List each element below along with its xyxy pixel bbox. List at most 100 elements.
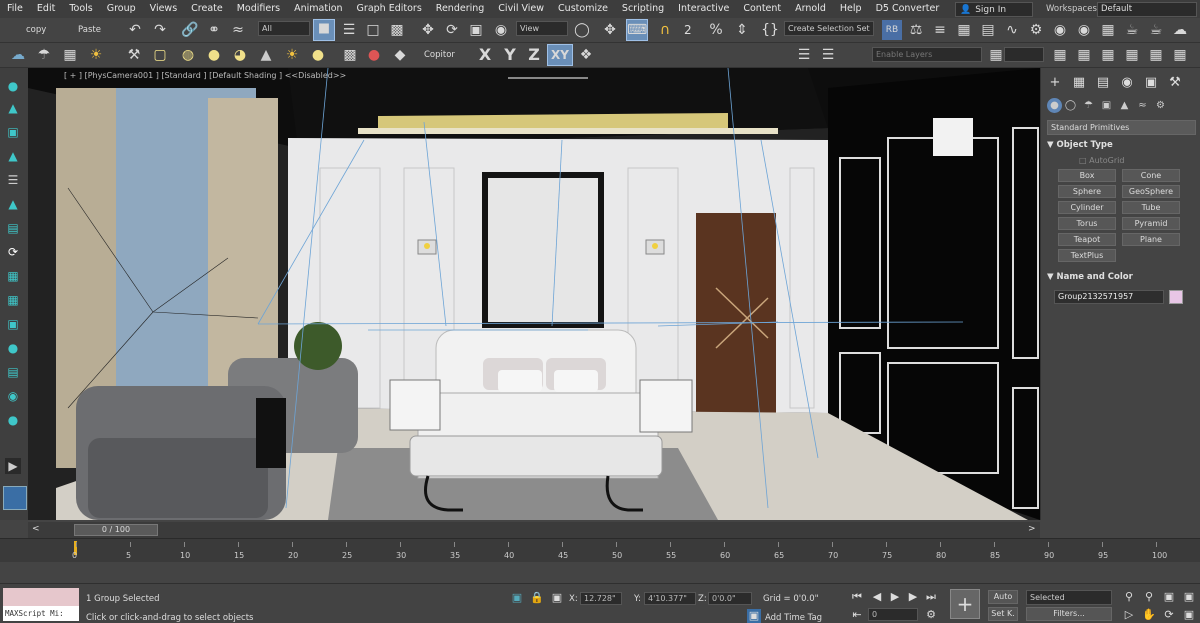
sphere-shape-icon[interactable]: ● [204,45,224,65]
add-time-tag-button[interactable]: Add Time Tag [765,613,822,623]
mirror-icon[interactable]: ⚖ [906,20,926,40]
redo-icon[interactable]: ↷ [150,20,170,40]
scale-icon[interactable]: ▣ [466,20,486,40]
bowl-shape-icon[interactable]: ◕ [230,45,250,65]
plane-button[interactable]: Plane [1122,233,1180,246]
spinner-snap-icon[interactable]: ⇕ [732,20,752,40]
menu-content[interactable]: Content [736,0,788,18]
layer-explorer-icon[interactable]: ▦ [954,20,974,40]
menu-help[interactable]: Help [833,0,869,18]
object-type-rollout[interactable]: ▼ Object Type [1047,140,1196,150]
menu-rendering[interactable]: Rendering [429,0,492,18]
select-object-icon[interactable]: ⯀ [313,19,335,41]
render-cloud-icon[interactable]: ☁ [1170,20,1190,40]
undo-icon[interactable]: ↶ [125,20,145,40]
box-shape-icon[interactable]: ▢ [150,45,170,65]
fov-icon[interactable]: ▷ [1122,608,1136,622]
snap-toggle-icon[interactable]: ∩ [655,20,675,40]
time-slider[interactable]: 0 / 100 [74,524,158,536]
cloud-icon[interactable]: ☁ [8,45,28,65]
align-icon[interactable]: ≡ [930,20,950,40]
menu-tools[interactable]: Tools [62,0,99,18]
menu-views[interactable]: Views [143,0,185,18]
goto-start-icon[interactable]: ⏮ [850,590,864,604]
rectangle-selection-icon[interactable]: □ [363,20,383,40]
cylinder-shape-icon[interactable]: ◍ [178,45,198,65]
toggle-ribbon-icon[interactable]: ▤ [978,20,998,40]
disc-shape-icon[interactable]: ● [308,45,328,65]
object-color-swatch[interactable] [1169,290,1183,304]
prev-frame-icon[interactable]: < [32,524,40,534]
tree-icon[interactable]: ▲ [5,148,21,164]
stack-icon[interactable]: ▤ [5,220,21,236]
sun-icon[interactable]: ☀ [282,45,302,65]
sphere-button[interactable]: Sphere [1058,185,1116,198]
lamp-icon[interactable]: ☂ [34,45,54,65]
menu-civil-view[interactable]: Civil View [491,0,551,18]
workspace-select[interactable]: Default [1097,2,1197,17]
set-key-icon[interactable]: + [950,589,980,619]
create-tab-icon[interactable]: + [1045,74,1065,92]
pattern-icon[interactable]: ▩ [340,45,360,65]
curve-editor-icon[interactable]: ∿ [1002,20,1022,40]
camera-icon[interactable]: ▣ [5,124,21,140]
reference-coordinate-dropdown[interactable]: View [516,21,568,36]
frame-icon[interactable]: ▣ [5,316,21,332]
material-editor-icon[interactable]: ◉ [1050,20,1070,40]
schematic-view-icon[interactable]: ⚙ [1026,20,1046,40]
render-icon[interactable]: ☕ [1122,20,1142,40]
window-icon[interactable]: ▤ [5,364,21,380]
y-coordinate-field[interactable]: 4'10.377" [644,592,696,605]
maxscript-listener-top[interactable] [3,588,79,606]
named-selection-dropdown[interactable]: Create Selection Set [784,21,874,36]
orbit-icon[interactable]: ⟳ [1162,608,1176,622]
toolbar-extra-icon-3[interactable]: ▦ [1098,45,1118,65]
rotate-icon[interactable]: ⟳ [442,20,462,40]
bulb-icon[interactable]: ● [5,412,21,428]
primitive-category-dropdown[interactable]: Standard Primitives [1047,120,1196,135]
cylinder-button[interactable]: Cylinder [1058,201,1116,214]
pivot-center-icon[interactable]: ◯ [572,20,592,40]
cone-shape-icon[interactable]: ▲ [256,45,276,65]
link-icon[interactable]: 🔗 [180,20,200,40]
play-side-icon[interactable]: ▶ [5,458,21,474]
toolbar-extra-icon-6[interactable]: ▦ [1170,45,1190,65]
z-coordinate-field[interactable]: 0'0.0" [708,592,752,605]
menu-interactive[interactable]: Interactive [671,0,736,18]
pyramid-button[interactable]: Pyramid [1122,217,1180,230]
box-button[interactable]: Box [1058,169,1116,182]
menu-animation[interactable]: Animation [287,0,349,18]
menu-create[interactable]: Create [184,0,230,18]
bind-spacewarp-icon[interactable]: ≈ [228,20,248,40]
cameras-icon[interactable]: ▣ [1099,98,1114,113]
axis-z-button[interactable]: Z [524,45,544,65]
utilities-tab-icon[interactable]: ⚒ [1165,74,1185,92]
render-setup-icon[interactable]: ◉ [1074,20,1094,40]
layers-side-icon[interactable]: ▦ [5,268,21,284]
cone-icon[interactable]: ▲ [5,196,21,212]
viewport-label[interactable]: [ + ] [PhysCamera001 ] [Standard ] [Defa… [64,71,346,80]
tools-icon[interactable]: ⚒ [124,45,144,65]
menu-edit[interactable]: Edit [30,0,62,18]
eye-icon[interactable]: ◉ [5,388,21,404]
axis-constraint-icon[interactable]: ❖ [576,45,596,65]
refresh-icon[interactable]: ⟳ [5,244,21,260]
menu-modifiers[interactable]: Modifiers [230,0,287,18]
isolate-icon[interactable]: ▣ [510,591,524,605]
paint-icon[interactable]: ● [364,45,384,65]
toolbar-extra-icon-1[interactable]: ▦ [1050,45,1070,65]
geometry-icon[interactable]: ● [1047,98,1062,113]
toolbar-extra-icon-4[interactable]: ▦ [1122,45,1142,65]
zoom-icon[interactable]: ⚲ [1122,590,1136,604]
zoom-all-icon[interactable]: ⚲ [1142,590,1156,604]
modify-tab-icon[interactable]: ▦ [1069,74,1089,92]
geosphere-button[interactable]: GeoSphere [1122,185,1180,198]
auto-key-button[interactable]: Auto [988,590,1018,604]
selection-filter-dropdown[interactable]: All [258,21,310,36]
menu-arnold[interactable]: Arnold [788,0,833,18]
grid-icon[interactable]: ▦ [5,292,21,308]
name-color-rollout[interactable]: ▼ Name and Color [1047,272,1196,282]
goto-end-icon[interactable]: ⏭ [924,590,938,604]
zoom-extents-icon[interactable]: ▣ [1162,590,1176,604]
key-filter-dropdown[interactable]: Selected [1026,590,1112,605]
